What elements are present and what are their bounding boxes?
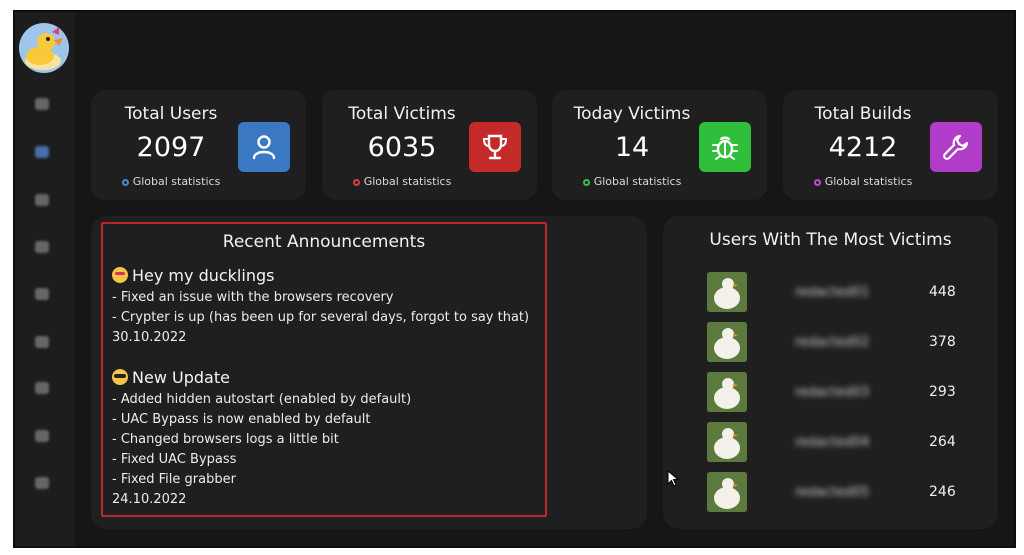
trophy-icon [469,122,521,172]
announcement-heading-text: Hey my ducklings [132,266,275,285]
stat-subtitle-text: Global statistics [824,175,913,188]
sidebar-nav-icon[interactable] [35,430,49,442]
username: redacted02 [795,335,870,350]
announcement-line: - Fixed UAC Bypass [112,452,237,467]
announcement-line: - Fixed File grabber [112,472,236,487]
stat-subtitle: Global statistics [552,175,712,188]
stat-card-total-victims: Total Victims 6035 Global statistics [322,90,537,200]
announcement-post: Hey my ducklings - Fixed an issue with t… [112,264,529,348]
stat-subtitle: Global statistics [783,175,943,188]
stat-subtitle-text: Global statistics [363,175,452,188]
announcement-line: - Crypter is up (has been up for several… [112,310,530,325]
table-row[interactable]: redacted05 246 [663,472,998,512]
duck-logo-icon[interactable] [19,23,69,73]
avatar [707,372,747,412]
stat-subtitle: Global statistics [322,175,482,188]
announcement-heading: Hey my ducklings [112,264,529,288]
sidebar-nav-icon[interactable] [35,98,49,110]
username: redacted04 [795,435,870,450]
stat-value: 14 [614,132,650,163]
stat-card-total-builds: Total Builds 4212 Global statistics [783,90,998,200]
circle-dot-icon [121,179,129,186]
stat-card-total-users: Total Users 2097 Global statistics [91,90,306,200]
bug-icon [699,122,751,172]
sidebar [15,12,75,546]
announcements-box: Recent Announcements Hey my ducklings - … [101,222,547,517]
top-users-title: Users With The Most Victims [709,230,952,250]
avatar [707,322,747,362]
announcement-line: - Fixed an issue with the browsers recov… [112,290,394,305]
victim-count: 293 [929,384,956,400]
stat-title: Total Users [124,104,218,124]
avatar [707,422,747,462]
announcement-line: - UAC Bypass is now enabled by default [112,412,371,427]
victim-count: 448 [929,284,956,300]
announcement-line: - Added hidden autostart (enabled by def… [112,392,412,407]
username: redacted05 [795,485,870,500]
stat-subtitle: Global statistics [91,175,251,188]
sidebar-nav-icon[interactable] [35,477,49,489]
announcement-heading-text: New Update [132,368,230,387]
avatar [707,272,747,312]
top-users-panel: Users With The Most Victims redacted01 4… [663,216,998,529]
avatar [707,472,747,512]
username: redacted03 [795,385,870,400]
victim-count: 378 [929,334,956,350]
circle-dot-icon [352,179,360,186]
announcement-heading: New Update [112,366,411,390]
stat-title: Total Builds [814,104,912,124]
app-window: Total Users 2097 Global statistics Total… [13,10,1016,548]
stat-subtitle-text: Global statistics [132,175,221,188]
announcement-date: 30.10.2022 [112,330,187,345]
table-row[interactable]: redacted02 378 [663,322,998,362]
stat-subtitle-text: Global statistics [593,175,682,188]
announcements-title: Recent Announcements [222,232,426,252]
victim-count: 264 [929,434,956,450]
announcement-date: 24.10.2022 [112,492,187,507]
user-icon [238,122,290,172]
mouse-cursor-icon [667,470,680,487]
table-row[interactable]: redacted03 293 [663,372,998,412]
sidebar-nav-icon[interactable] [35,382,49,394]
table-row[interactable]: redacted01 448 [663,272,998,312]
sidebar-nav-icon[interactable] [35,194,49,206]
stat-title: Today Victims [573,104,691,124]
stat-value: 2097 [136,132,206,163]
sidebar-nav-icon-active[interactable] [35,146,49,158]
sidebar-nav-icon[interactable] [35,288,49,300]
table-row[interactable]: redacted04 264 [663,422,998,462]
stat-value: 6035 [367,132,437,163]
stat-title: Total Victims [348,104,456,124]
sidebar-nav-icon[interactable] [35,336,49,348]
sidebar-nav-icon[interactable] [35,241,49,253]
circle-dot-icon [813,179,821,186]
username: redacted01 [795,285,870,300]
stat-value: 4212 [828,132,898,163]
wrench-icon [930,122,982,172]
circle-dot-icon [582,179,590,186]
announcement-line: - Changed browsers logs a little bit [112,432,339,447]
announcement-post: New Update - Added hidden autostart (ena… [112,366,411,510]
smiling-hearts-emoji-icon [112,267,128,283]
stat-card-today-victims: Today Victims 14 Global statistics [552,90,767,200]
sunglasses-emoji-icon [112,369,128,385]
victim-count: 246 [929,484,956,500]
